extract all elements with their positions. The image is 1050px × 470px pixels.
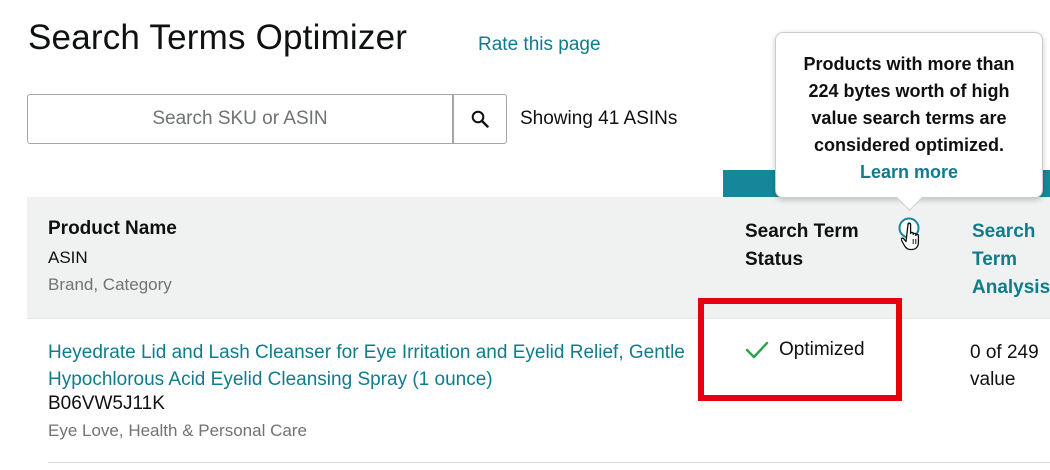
highlight-annotation-box	[698, 298, 902, 401]
column-header-product-name: Product Name	[48, 218, 177, 239]
product-name-link[interactable]: Heyedrate Lid and Lash Cleanser for Eye …	[48, 339, 688, 393]
learn-more-link[interactable]: Learn more	[786, 159, 1032, 186]
product-brand-category: Eye Love, Health & Personal Care	[48, 421, 307, 440]
search-icon	[471, 110, 489, 128]
column-subheader-brand-category: Brand, Category	[48, 275, 172, 294]
search-terms-optimizer-page: Search Terms Optimizer Rate this page Sh…	[0, 0, 1050, 470]
row-divider	[48, 462, 1050, 463]
analysis-value: 0 of 249 value	[970, 342, 1039, 390]
hand-pointer-cursor-icon	[901, 222, 920, 251]
column-header-search-term-analysis[interactable]: Search Term Analysis	[972, 218, 1050, 302]
tooltip-text: Products with more than 224 bytes worth …	[803, 54, 1015, 155]
product-asin: B06VW5J11K	[48, 393, 165, 414]
results-count: Showing 41 ASINs	[520, 108, 678, 129]
page-title: Search Terms Optimizer	[28, 18, 408, 57]
column-header-search-term-status: Search Term Status	[745, 221, 859, 270]
rate-this-page-link[interactable]: Rate this page	[478, 34, 601, 56]
column-subheader-asin: ASIN	[48, 248, 88, 267]
search-input[interactable]	[27, 94, 453, 144]
info-tooltip: Products with more than 224 bytes worth …	[775, 32, 1043, 211]
search-button[interactable]	[453, 94, 507, 144]
